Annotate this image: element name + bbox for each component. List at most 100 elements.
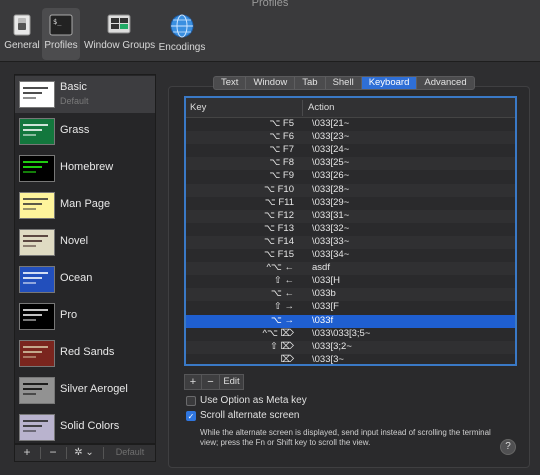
action-cell: \033b (312, 288, 336, 300)
profile-thumbnail (19, 155, 55, 182)
toolbar: Profiles General $_ Profiles Window Grou… (0, 0, 540, 62)
table-buttons: + − Edit (184, 374, 244, 390)
key-cell: ⌥ F5 (269, 118, 294, 129)
table-row[interactable]: ⇧ ← \033[H (186, 275, 515, 288)
profile-actions-menu[interactable]: ✲ ⌄ (69, 445, 99, 461)
profile-item[interactable]: Red Sands (15, 335, 155, 372)
svg-text:$_: $_ (53, 18, 62, 26)
profile-item[interactable]: Solid Colors (15, 409, 155, 443)
profile-name: Ocean (60, 272, 93, 284)
profile-thumbnail (19, 340, 55, 367)
action-cell: \033[33~ (312, 235, 350, 247)
table-row[interactable]: ^⌥ ⌦ \033\033[3;5~ (186, 328, 515, 341)
table-row[interactable]: ⌥ F7 \033[24~ (186, 144, 515, 157)
key-cell: ⌥ F7 (269, 144, 294, 156)
action-cell: \033[3~ (312, 353, 344, 365)
action-cell: \033[28~ (312, 183, 350, 195)
profile-thumbnail (19, 229, 55, 256)
tab-tab[interactable]: Tab (295, 77, 326, 89)
key-cell: ⌦ (280, 353, 294, 365)
remove-key-button[interactable]: − (202, 374, 220, 390)
tab-keyboard[interactable]: Keyboard (361, 77, 418, 89)
key-cell: ^⌥ ← (266, 262, 294, 274)
profile-item[interactable]: Novel (15, 224, 155, 261)
table-row[interactable]: ⌥ F11 \033[29~ (186, 197, 515, 210)
profile-item[interactable]: Pro (15, 298, 155, 335)
toolbar-window-groups-label: Window Groups (84, 40, 156, 51)
profile-item[interactable]: Basic Default (15, 76, 155, 113)
key-cell: ⌥ ← (270, 288, 294, 300)
key-mapping-table[interactable]: Key Action ⌥ F5 \033[21~ ⌥ F6 \033[23~ ⌥ F7 \… (184, 96, 517, 366)
add-key-button[interactable]: + (184, 374, 202, 390)
toolbar-profiles[interactable]: $_ Profiles (42, 8, 80, 60)
key-cell: ⌥ F10 (264, 183, 294, 195)
column-header-action[interactable]: Action (308, 102, 334, 113)
tab-window[interactable]: Window (246, 77, 296, 89)
profile-item[interactable]: Homebrew (15, 150, 155, 187)
option-as-meta-label: Use Option as Meta key (200, 395, 307, 406)
key-cell: ^⌥ ⌦ (262, 327, 294, 339)
toolbar-general[interactable]: General (4, 14, 40, 60)
toolbar-window-groups[interactable]: Window Groups (84, 14, 156, 60)
table-row[interactable]: ⌥ F9 \033[26~ (186, 170, 515, 183)
toolbar-encodings-label: Encodings (158, 42, 206, 53)
profile-name: Basic (60, 81, 87, 93)
profile-item[interactable]: Ocean (15, 261, 155, 298)
profile-name: Grass (60, 124, 90, 136)
table-row[interactable]: ⌥ F10 \033[28~ (186, 183, 515, 197)
action-cell: \033f (312, 314, 334, 326)
table-row[interactable]: ⌦ \033[3~ (186, 353, 515, 365)
table-row[interactable]: ⇧ → \033[F (186, 301, 515, 314)
scroll-alternate-screen-checkbox[interactable]: ✓ (186, 411, 196, 421)
action-cell: \033[24~ (312, 144, 350, 156)
edit-key-button[interactable]: Edit (220, 374, 244, 390)
help-button[interactable]: ? (500, 439, 516, 455)
table-row[interactable]: ⌥ F5 \033[21~ (186, 118, 515, 131)
key-cell: ⇧ ← (273, 275, 294, 287)
table-row[interactable]: ⌥ F12 \033[31~ (186, 209, 515, 223)
profile-item[interactable]: Man Page (15, 187, 155, 224)
profile-name: Red Sands (60, 346, 115, 358)
profile-default-label: Default (60, 96, 89, 106)
action-cell: \033[3;2~ (312, 340, 352, 352)
toolbar-encodings[interactable]: Encodings (158, 14, 206, 60)
table-row[interactable]: ⇧ ⌦ \033[3;2~ (186, 340, 515, 354)
key-cell: ⌥ F11 (264, 196, 294, 208)
tab-shell[interactable]: Shell (326, 77, 362, 89)
action-cell: \033\033[3;5~ (312, 327, 371, 339)
table-row[interactable]: ⌥ → \033f (186, 314, 515, 328)
key-cell: ⌥ F8 (269, 157, 294, 169)
action-cell: \033[26~ (312, 170, 350, 182)
profile-name: Man Page (60, 198, 111, 210)
table-row[interactable]: ^⌥ ← asdf (186, 262, 515, 276)
table-row[interactable]: ⌥ F13 \033[32~ (186, 223, 515, 236)
table-row[interactable]: ⌥ F15 \033[34~ (186, 249, 515, 262)
table-row[interactable]: ⌥ F14 \033[33~ (186, 235, 515, 249)
preferences-window: Profiles General $_ Profiles Window Grou… (0, 0, 540, 475)
add-profile-button[interactable]: + (15, 445, 39, 461)
profile-thumbnail (19, 303, 55, 330)
column-header-key[interactable]: Key (190, 102, 206, 113)
profile-thumbnail (19, 266, 55, 293)
profile-name: Solid Colors (60, 420, 120, 432)
tab-advanced[interactable]: Advanced (417, 77, 473, 89)
profile-list[interactable]: Basic Default Grass Homebrew Man Page Novel Oc… (14, 74, 156, 444)
table-row[interactable]: ⌥ F6 \033[23~ (186, 131, 515, 145)
profile-name: Silver Aerogel (60, 383, 128, 395)
profile-item[interactable]: Grass (15, 113, 155, 150)
window-title: Profiles (251, 0, 289, 9)
profile-item[interactable]: Silver Aerogel (15, 372, 155, 409)
table-row[interactable]: ⌥ F8 \033[25~ (186, 157, 515, 171)
terminal-profile-icon: $_ (49, 14, 73, 36)
option-as-meta-checkbox[interactable] (186, 396, 196, 406)
key-cell: ⇧ → (273, 301, 294, 313)
table-row[interactable]: ⌥ ← \033b (186, 288, 515, 302)
action-cell: \033[F (312, 301, 339, 313)
set-default-button[interactable]: Default (105, 445, 155, 461)
action-cell: \033[23~ (312, 131, 350, 143)
scroll-alternate-note: While the alternate screen is displayed,… (200, 428, 491, 447)
remove-profile-button[interactable]: − (41, 445, 65, 461)
column-divider (302, 100, 303, 116)
action-cell: \033[25~ (312, 157, 350, 169)
tab-text[interactable]: Text (214, 77, 247, 89)
